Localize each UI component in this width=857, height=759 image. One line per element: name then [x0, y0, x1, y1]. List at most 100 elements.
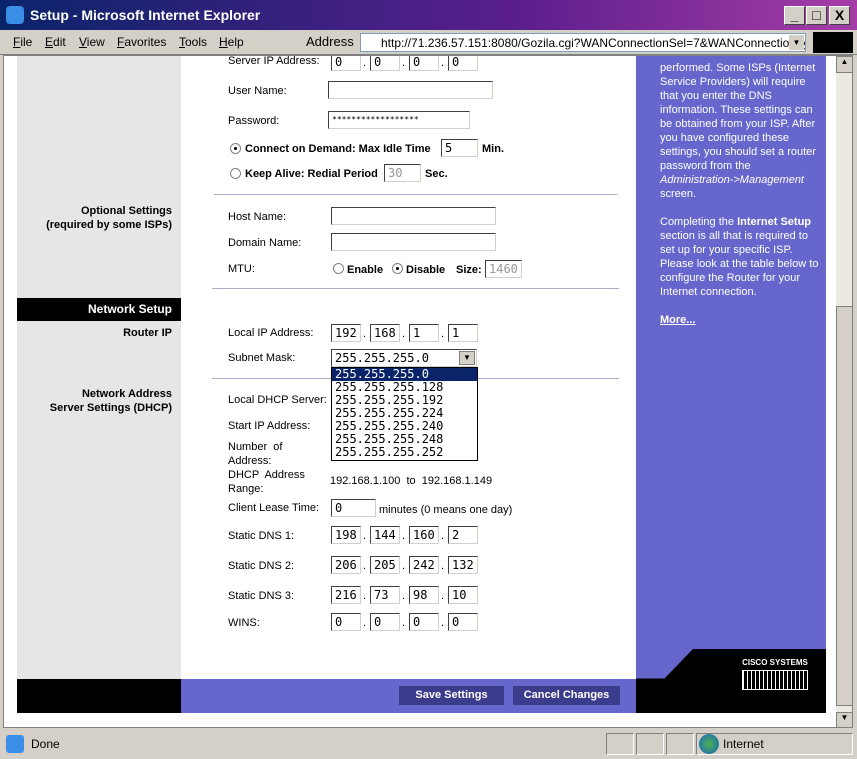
dns3-octet-1[interactable]: 216 [331, 586, 361, 604]
local_ip-octet-4[interactable]: 1 [448, 324, 478, 342]
help-text: performed. Some ISPs (Internet Service P… [660, 61, 820, 327]
page-content: Network Setup Optional Settings (required… [3, 55, 853, 728]
host-name-input[interactable] [331, 207, 496, 225]
server_ip-octet-1[interactable]: 0 [331, 56, 361, 71]
dhcp-range-label: DHCP Address [228, 469, 305, 481]
username-input[interactable] [328, 81, 493, 99]
dns3-octet-3[interactable]: 98 [409, 586, 439, 604]
router-ip-heading: Router IP [123, 327, 172, 339]
local_ip-octet-3[interactable]: 1 [409, 324, 439, 342]
octet-dot: . [441, 590, 445, 602]
octet-dot: . [402, 530, 406, 542]
help-p2-c: section is all that is required to set u… [660, 230, 819, 298]
cisco-logo: Cisco Systems [742, 658, 808, 690]
octet-dot: . [441, 617, 445, 629]
mtu-size-label: Size: [456, 264, 482, 276]
redial-period-input[interactable]: 30 [384, 164, 421, 182]
dhcp-sub: Server Settings (DHCP) [49, 402, 172, 414]
octet-dot: . [363, 560, 367, 572]
optional-settings-title: Optional Settings [80, 205, 172, 217]
help-p2-b: Internet Setup [737, 216, 812, 228]
lease-label: Client Lease Time: [228, 502, 320, 514]
address-dropdown-icon[interactable]: ▼ [789, 35, 804, 50]
lease-input[interactable]: 0 [331, 499, 376, 517]
dns2-octet-2[interactable]: 205 [370, 556, 400, 574]
octet-dot: . [441, 530, 445, 542]
octet-dot: . [441, 57, 445, 69]
address-input[interactable]: http://71.236.57.151:8080/Gozila.cgi?WAN… [360, 33, 806, 52]
menu-view[interactable]: View [79, 35, 105, 49]
subnet-mask-label: Subnet Mask: [228, 352, 296, 364]
mtu-disable-radio[interactable] [392, 263, 403, 274]
subnet-dropdown-icon[interactable]: ▼ [459, 351, 475, 365]
scroll-up-icon[interactable]: ▲ [836, 56, 852, 73]
wins-octet-3[interactable]: 0 [409, 613, 439, 631]
mtu-size-input[interactable]: 1460 [485, 260, 522, 278]
window-title: Setup - Microsoft Internet Explorer [30, 7, 261, 23]
connect-on-demand-label: Connect on Demand: Max Idle Time [245, 143, 431, 155]
host-name-label: Host Name: [228, 211, 287, 223]
local-ip-label: Local IP Address: [228, 327, 314, 339]
octet-dot: . [402, 560, 406, 572]
wins-octet-4[interactable]: 0 [448, 613, 478, 631]
dns2-octet-1[interactable]: 206 [331, 556, 361, 574]
server_ip-octet-3[interactable]: 0 [409, 56, 439, 71]
close-button[interactable]: X [829, 6, 850, 25]
vertical-scrollbar[interactable]: ▲ ▼ [836, 56, 852, 727]
dns1-octet-1[interactable]: 198 [331, 526, 361, 544]
local-dhcp-label: Local DHCP Server: [228, 394, 327, 406]
wins-octet-2[interactable]: 0 [370, 613, 400, 631]
mtu-label: MTU: [228, 263, 255, 275]
server_ip-octet-2[interactable]: 0 [370, 56, 400, 71]
help-p1: performed. Some ISPs (Internet Service P… [660, 62, 816, 172]
dns1-octet-4[interactable]: 2 [448, 526, 478, 544]
local_ip-octet-1[interactable]: 192 [331, 324, 361, 342]
dns1-octet-2[interactable]: 144 [370, 526, 400, 544]
username-label: User Name: [228, 85, 287, 97]
help-p1-italic: Administration->Management [660, 174, 804, 186]
dns3-octet-2[interactable]: 73 [370, 586, 400, 604]
mtu-enable-radio[interactable] [333, 263, 344, 274]
password-label: Password: [228, 115, 280, 127]
dns3-octet-4[interactable]: 10 [448, 586, 478, 604]
menu-help[interactable]: Help [219, 35, 244, 49]
menu-tools[interactable]: Tools [179, 35, 207, 49]
server-ip-label: Server IP Address: [228, 55, 320, 67]
keep-alive-label: Keep Alive: Redial Period [245, 168, 378, 180]
subnet-option[interactable]: 255.255.255.252 [332, 446, 477, 459]
title-bar: Setup - Microsoft Internet Explorer _ □ … [0, 0, 857, 30]
idle-time-input[interactable]: 5 [441, 139, 478, 157]
internet-globe-icon [699, 734, 719, 754]
menu-edit[interactable]: Edit [45, 35, 66, 49]
password-input[interactable]: ****************** [328, 111, 470, 129]
scroll-down-icon[interactable]: ▼ [836, 712, 852, 727]
dns2-octet-4[interactable]: 132 [448, 556, 478, 574]
menu-favorites[interactable]: Favorites [117, 35, 166, 49]
min-label: Min. [482, 143, 504, 155]
dns1-octet-3[interactable]: 160 [409, 526, 439, 544]
server_ip-octet-4[interactable]: 0 [448, 56, 478, 71]
scroll-thumb[interactable] [836, 306, 852, 706]
save-settings-button[interactable]: Save Settings [399, 686, 504, 705]
zone-text: Internet [723, 737, 764, 751]
network-setup-heading: Network Setup [17, 298, 181, 321]
subnet-mask-select[interactable]: 255.255.255.0 [331, 349, 477, 367]
domain-name-input[interactable] [331, 233, 496, 251]
help-p1-end: screen. [660, 188, 697, 200]
menu-file[interactable]: File [13, 35, 32, 49]
octet-dot: . [402, 328, 406, 340]
connect-on-demand-radio[interactable] [230, 143, 241, 154]
dns2-octet-3[interactable]: 242 [409, 556, 439, 574]
subnet-dropdown-list[interactable]: 255.255.255.0 255.255.255.128 255.255.255.… [331, 367, 478, 461]
maximize-button[interactable]: □ [806, 6, 827, 25]
more-link[interactable]: More... [660, 314, 695, 326]
local_ip-octet-2[interactable]: 168 [370, 324, 400, 342]
minimize-button[interactable]: _ [784, 6, 805, 25]
help-p2-a: Completing the [660, 216, 734, 228]
octet-dot: . [363, 617, 367, 629]
dhcp-range-label-2: Range: [228, 483, 264, 495]
octet-dot: . [402, 57, 406, 69]
wins-octet-1[interactable]: 0 [331, 613, 361, 631]
cancel-changes-button[interactable]: Cancel Changes [513, 686, 620, 705]
keep-alive-radio[interactable] [230, 168, 241, 179]
